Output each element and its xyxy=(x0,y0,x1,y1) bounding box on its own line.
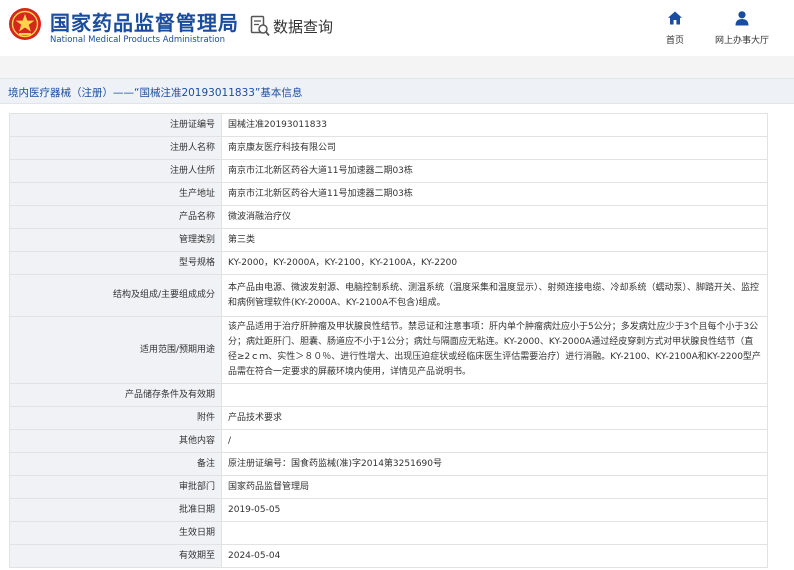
field-value: 2019-05-05 xyxy=(221,498,768,522)
org-name-en: National Medical Products Administration xyxy=(50,35,225,45)
field-value: 产品技术要求 xyxy=(221,406,768,430)
field-value: 2024-05-04 xyxy=(221,544,768,568)
table-row: 生效日期 xyxy=(9,521,768,545)
field-label: 适用范围/预期用途 xyxy=(9,316,222,384)
nav-online-service-hall-label: 网上办事大厅 xyxy=(714,36,769,46)
table-row: 注册证编号 国械注准20193011833 xyxy=(9,113,768,137)
field-label: 结构及组成/主要组成成分 xyxy=(9,274,222,317)
field-label: 型号规格 xyxy=(9,251,222,275)
field-label: 注册人住所 xyxy=(9,159,222,183)
table-row: 生产地址 南京市江北新区药谷大道11号加速器二期03栋 xyxy=(9,182,768,206)
field-value: 南京市江北新区药谷大道11号加速器二期03栋 xyxy=(221,159,768,183)
field-label: 批准日期 xyxy=(9,498,222,522)
home-icon xyxy=(668,11,682,25)
field-label: 生产地址 xyxy=(9,182,222,206)
table-row: 备注 原注册证编号：国食药监械(准)字2014第3251690号 xyxy=(9,452,768,476)
field-value: 本产品由电源、微波发射源、电脑控制系统、测温系统（温度采集和温度显示）、射频连接… xyxy=(221,274,768,317)
field-label: 注册证编号 xyxy=(9,113,222,137)
field-label: 产品名称 xyxy=(9,205,222,229)
field-value: 南京康友医疗科技有限公司 xyxy=(221,136,768,160)
section-title: 数据查询 xyxy=(273,18,334,36)
table-row: 产品名称 微波消融治疗仪 xyxy=(9,205,768,229)
data-query-icon xyxy=(250,15,270,37)
table-row: 批准日期 2019-05-05 xyxy=(9,498,768,522)
field-value xyxy=(221,383,768,407)
record-title: 境内医疗器械（注册）——“国械注准20193011833”基本信息 xyxy=(8,87,303,99)
field-value: 第三类 xyxy=(221,228,768,252)
field-value: 国家药品监督管理局 xyxy=(221,475,768,499)
field-value: / xyxy=(221,429,768,453)
device-info-table: 注册证编号 国械注准20193011833 注册人名称 南京康友医疗科技有限公司 注… xyxy=(9,113,768,568)
table-row: 结构及组成/主要组成成分 本产品由电源、微波发射源、电脑控制系统、测温系统（温度采… xyxy=(9,274,768,317)
field-label: 有效期至 xyxy=(9,544,222,568)
table-row: 其他内容 / xyxy=(9,429,768,453)
field-label: 其他内容 xyxy=(9,429,222,453)
user-icon xyxy=(735,11,749,26)
nmpa-emblem-icon xyxy=(9,8,41,40)
table-row: 注册人住所 南京市江北新区药谷大道11号加速器二期03栋 xyxy=(9,159,768,183)
nav-online-service-hall[interactable]: 网上办事大厅 xyxy=(710,10,774,46)
org-name-cn: 国家药品监督管理局 xyxy=(50,11,239,35)
nav-home[interactable]: 首页 xyxy=(660,10,690,46)
field-label: 备注 xyxy=(9,452,222,476)
table-row: 适用范围/预期用途 该产品适用于治疗肝肿瘤及甲状腺良性结节。禁忌证和注意事项：肝内… xyxy=(9,316,768,384)
table-row: 附件 产品技术要求 xyxy=(9,406,768,430)
field-label: 附件 xyxy=(9,406,222,430)
field-label: 注册人名称 xyxy=(9,136,222,160)
field-value: 南京市江北新区药谷大道11号加速器二期03栋 xyxy=(221,182,768,206)
field-value: 国械注准20193011833 xyxy=(221,113,768,137)
table-row: 管理类别 第三类 xyxy=(9,228,768,252)
field-value: 该产品适用于治疗肝肿瘤及甲状腺良性结节。禁忌证和注意事项：肝内单个肿瘤病灶应小于… xyxy=(221,316,768,384)
field-value xyxy=(221,521,768,545)
field-value: KY-2000，KY-2000A，KY-2100，KY-2100A，KY-220… xyxy=(221,251,768,275)
table-row: 产品储存条件及有效期 xyxy=(9,383,768,407)
nav-home-label: 首页 xyxy=(665,36,684,46)
table-row: 有效期至 2024-05-04 xyxy=(9,544,768,568)
field-label: 审批部门 xyxy=(9,475,222,499)
record-title-bar: 境内医疗器械（注册）——“国械注准20193011833”基本信息 xyxy=(0,78,794,104)
table-row: 型号规格 KY-2000，KY-2000A，KY-2100，KY-2100A，KY… xyxy=(9,251,768,275)
field-label: 生效日期 xyxy=(9,521,222,545)
field-value: 原注册证编号：国食药监械(准)字2014第3251690号 xyxy=(221,452,768,476)
table-row: 审批部门 国家药品监督管理局 xyxy=(9,475,768,499)
field-label: 管理类别 xyxy=(9,228,222,252)
site-header: 国家药品监督管理局 National Medical Products Admi… xyxy=(0,0,794,56)
header-divider xyxy=(0,56,794,78)
field-value: 微波消融治疗仪 xyxy=(221,205,768,229)
field-label: 产品储存条件及有效期 xyxy=(9,383,222,407)
table-row: 注册人名称 南京康友医疗科技有限公司 xyxy=(9,136,768,160)
